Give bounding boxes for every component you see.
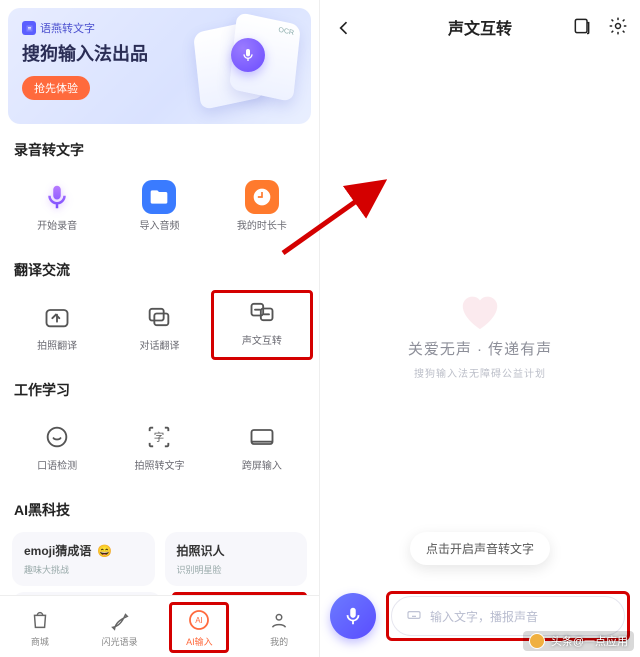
photo-face-card[interactable]: 拍照识人 识别明星脸 bbox=[165, 532, 308, 586]
section-title-ai: AI黑科技 bbox=[14, 500, 305, 520]
mic-icon bbox=[231, 38, 265, 72]
photo-ocr[interactable]: 字 拍照转文字 bbox=[108, 410, 210, 480]
settings-button[interactable] bbox=[606, 14, 630, 38]
scan-text-icon: 字 bbox=[142, 420, 176, 454]
speech-icon bbox=[40, 420, 74, 454]
dialog-translate[interactable]: 对话翻译 bbox=[108, 290, 210, 360]
svg-text:字: 字 bbox=[154, 431, 165, 444]
voice-text-convert[interactable]: 声文互转 bbox=[211, 290, 313, 360]
emoji-idiom-card[interactable]: emoji猜成语 😄 趣味大挑战 bbox=[12, 532, 155, 586]
features-screen: OCR 语燕转文字 搜狗输入法出品 抢先体验 录音转文字 开始录音 bbox=[0, 0, 320, 657]
promo-banner[interactable]: OCR 语燕转文字 搜狗输入法出品 抢先体验 bbox=[8, 8, 311, 124]
clock-icon bbox=[245, 180, 279, 214]
nav-store[interactable]: 商城 bbox=[10, 607, 70, 648]
ai-cards-row: emoji猜成语 😄 趣味大挑战 拍照识人 识别明星脸 bbox=[0, 526, 319, 592]
bottom-nav: 商城 闪光语录 AI AI输入 我的 bbox=[0, 595, 319, 657]
nav-mine[interactable]: 我的 bbox=[249, 607, 309, 648]
nav-quotes[interactable]: 闪光语录 bbox=[90, 607, 150, 648]
keyboard-icon bbox=[406, 607, 422, 626]
text-input[interactable]: 输入文字，播报声音 bbox=[391, 596, 625, 636]
history-button[interactable] bbox=[570, 14, 594, 38]
watermark: 头条@一点应用 bbox=[523, 631, 634, 651]
recording-grid: 开始录音 导入音频 我的时长卡 bbox=[0, 166, 319, 244]
voice-text-icon bbox=[245, 295, 279, 329]
work-grid: 口语检测 字 拍照转文字 跨屏输入 bbox=[0, 406, 319, 484]
emoji-icon: 😄 bbox=[97, 544, 112, 558]
back-button[interactable] bbox=[332, 16, 356, 40]
folder-icon bbox=[142, 180, 176, 214]
nav-ai-input[interactable]: AI AI输入 bbox=[169, 602, 229, 653]
watermark-avatar bbox=[529, 633, 545, 649]
my-duration-card[interactable]: 我的时长卡 bbox=[211, 170, 313, 240]
bag-icon bbox=[27, 607, 53, 633]
heart-icon bbox=[457, 290, 503, 330]
voice-text-screen: 声文互转 关爱无声 · 传递有声 搜狗输入法无障碍公益计划 点击开启声音转文字 bbox=[320, 0, 640, 657]
screen-header: 声文互转 bbox=[320, 0, 640, 54]
photo-translate[interactable]: 拍照翻译 bbox=[6, 290, 108, 360]
cross-screen-input[interactable]: 跨屏输入 bbox=[211, 410, 313, 480]
empty-state: 关爱无声 · 传递有声 搜狗输入法无障碍公益计划 bbox=[320, 290, 640, 380]
banner-cta-button[interactable]: 抢先体验 bbox=[22, 76, 90, 100]
camera-translate-icon bbox=[40, 300, 74, 334]
voice-record-button[interactable] bbox=[330, 593, 376, 639]
start-recording[interactable]: 开始录音 bbox=[6, 170, 108, 240]
import-audio[interactable]: 导入音频 bbox=[108, 170, 210, 240]
banner-tag: 语燕转文字 bbox=[22, 20, 95, 36]
cross-screen-icon bbox=[245, 420, 279, 454]
user-icon bbox=[266, 607, 292, 633]
empty-message: 关爱无声 · 传递有声 bbox=[320, 338, 640, 359]
speech-check[interactable]: 口语检测 bbox=[6, 410, 108, 480]
section-title-recording: 录音转文字 bbox=[14, 140, 305, 160]
mic-icon bbox=[40, 180, 74, 214]
empty-subtitle: 搜狗输入法无障碍公益计划 bbox=[320, 365, 640, 380]
translate-grid: 拍照翻译 对话翻译 声文互转 bbox=[0, 286, 319, 364]
start-hint-bubble[interactable]: 点击开启声音转文字 bbox=[410, 532, 550, 565]
banner-badge-icon bbox=[22, 21, 36, 35]
banner-illustration: OCR bbox=[197, 18, 297, 108]
page-title: 声文互转 bbox=[448, 15, 512, 39]
ai-icon: AI bbox=[186, 607, 212, 633]
svg-text:AI: AI bbox=[196, 616, 204, 625]
pen-icon bbox=[107, 607, 133, 633]
dialog-icon bbox=[142, 300, 176, 334]
section-title-translate: 翻译交流 bbox=[14, 260, 305, 280]
section-title-work: 工作学习 bbox=[14, 380, 305, 400]
